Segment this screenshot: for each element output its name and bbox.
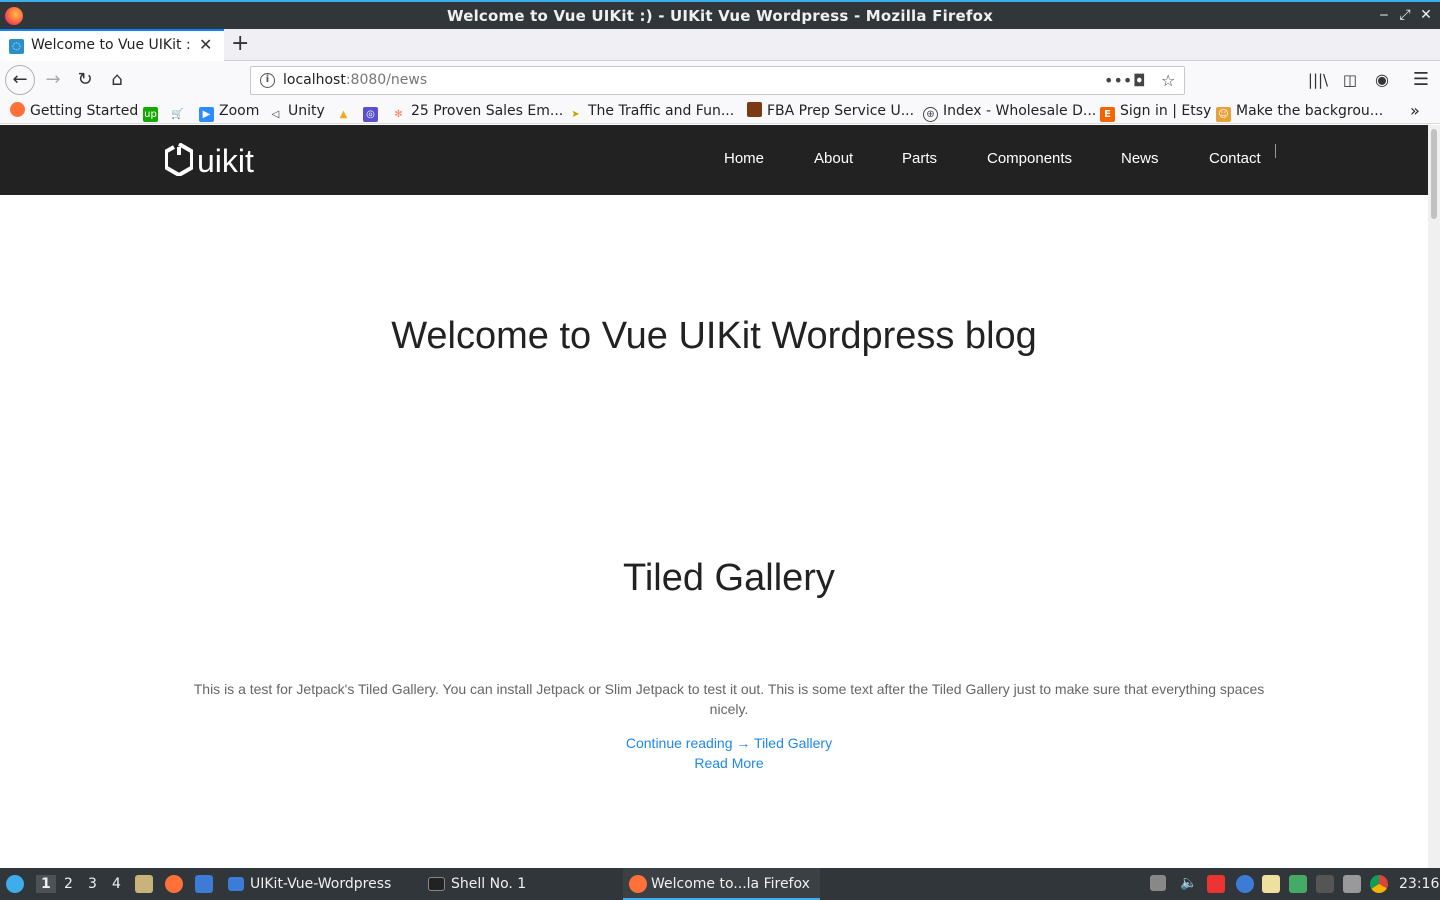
post-title: Tiled Gallery bbox=[623, 557, 835, 599]
cat-icon: ☺ bbox=[1216, 107, 1231, 122]
tab-strip: ◌ Welcome to Vue UIKit :) - ✕ + bbox=[0, 29, 1440, 61]
cart-icon: 🛒 bbox=[171, 109, 184, 120]
bookmark-item[interactable]: ✻ 25 Proven Sales Em... bbox=[391, 102, 563, 122]
back-button[interactable]: ← bbox=[5, 65, 35, 95]
settings-tray-icon[interactable] bbox=[1236, 875, 1254, 893]
bookmark-star-icon[interactable]: ☆ bbox=[1161, 71, 1175, 90]
dropbox-icon[interactable] bbox=[1343, 875, 1361, 893]
continue-reading-link[interactable]: Continue reading → Tiled Gallery bbox=[15, 735, 1428, 751]
nav-link-parts[interactable]: Parts bbox=[902, 150, 937, 167]
url-text[interactable]: localhost:8080/news bbox=[283, 72, 427, 88]
uikit-favicon-icon: ◌ bbox=[9, 39, 24, 54]
bookmark-item[interactable]: FBA Prep Service U... bbox=[747, 102, 914, 122]
upwork-icon: up bbox=[143, 107, 158, 122]
firefox-launcher-icon[interactable] bbox=[165, 875, 183, 893]
folder-icon bbox=[228, 877, 244, 891]
post-excerpt: This is a test for Jetpack's Tiled Galle… bbox=[193, 681, 1265, 717]
sidebar-icon[interactable]: ◫ bbox=[1338, 69, 1362, 91]
maximize-icon[interactable]: ⤢ bbox=[1397, 6, 1413, 24]
chat-icon: ◎ bbox=[363, 107, 378, 122]
nav-link-contact[interactable]: Contact bbox=[1209, 150, 1261, 167]
eject-icon[interactable] bbox=[1150, 875, 1166, 891]
firefox-task-icon bbox=[629, 875, 647, 893]
forward-button[interactable]: → bbox=[41, 69, 65, 91]
reload-button[interactable]: ↻ bbox=[73, 69, 97, 91]
bookmark-item[interactable]: ☺ Make the backgrou... bbox=[1216, 102, 1383, 122]
bookmark-item[interactable]: E Sign in | Etsy bbox=[1100, 102, 1211, 122]
task-uikit-folder[interactable]: UIKit-Vue-Wordpress bbox=[250, 875, 391, 893]
volume-icon[interactable]: 🔈 bbox=[1180, 875, 1198, 893]
desktop-taskbar: 1 2 3 4 UIKit-Vue-Wordpress Shell No. 1 … bbox=[0, 868, 1440, 900]
library-icon[interactable]: |||\ bbox=[1306, 69, 1330, 91]
task-shell[interactable]: Shell No. 1 bbox=[451, 875, 526, 893]
pocket-icon[interactable]: ◘ bbox=[1133, 71, 1146, 90]
display-icon[interactable] bbox=[1316, 875, 1334, 893]
read-more-link[interactable]: Read More bbox=[15, 755, 1428, 771]
minimize-icon[interactable]: ‒ bbox=[1376, 6, 1392, 24]
globe-icon: ⊕ bbox=[923, 107, 938, 122]
bookmark-item[interactable]: ➤ The Traffic and Fun... bbox=[568, 102, 734, 122]
nav-link-components[interactable]: Components bbox=[987, 150, 1072, 167]
zoom-icon: ▶ bbox=[199, 107, 214, 122]
address-bar[interactable]: i localhost:8080/news ••• ◘ ☆ bbox=[250, 66, 1185, 95]
close-window-icon[interactable]: ✕ bbox=[1418, 6, 1434, 24]
bookmark-item[interactable]: ⊕ Index - Wholesale D... bbox=[923, 102, 1096, 122]
start-menu-icon[interactable] bbox=[6, 875, 24, 893]
anydesk-icon[interactable] bbox=[1207, 875, 1225, 893]
fba-icon bbox=[747, 102, 762, 117]
bookmark-item[interactable]: ▲ bbox=[336, 102, 356, 122]
hero-heading: Welcome to Vue UIKit Wordpress blog bbox=[391, 315, 1037, 357]
bookmark-item[interactable]: Getting Started bbox=[10, 102, 138, 122]
site-logo[interactable]: uikit bbox=[165, 143, 254, 179]
bookmark-item[interactable]: up bbox=[143, 102, 163, 122]
file-manager-icon[interactable] bbox=[135, 875, 153, 893]
notes-icon[interactable] bbox=[1262, 875, 1280, 893]
bookmark-item[interactable]: ◁ Unity bbox=[268, 102, 325, 122]
bookmark-item[interactable]: ▶ Zoom bbox=[199, 102, 259, 122]
bookmarks-toolbar: Getting Started up 🛒 ▶ Zoom ◁ Unity ▲ ◎ ✻ 2… bbox=[0, 99, 1440, 124]
task-firefox[interactable]: Welcome to...la Firefox bbox=[651, 875, 810, 893]
paper-plane-icon: ➤ bbox=[571, 109, 580, 120]
hubspot-icon: ✻ bbox=[394, 109, 403, 120]
page-actions-icon[interactable]: ••• bbox=[1104, 71, 1132, 90]
window-titlebar: Welcome to Vue UIKit :) - UIKit Vue Word… bbox=[0, 0, 1440, 29]
page-viewport: uikit Home About Parts Components News C… bbox=[0, 125, 1428, 868]
firefox-icon bbox=[10, 102, 25, 117]
home-button[interactable]: ⌂ bbox=[105, 69, 129, 91]
desktop-2[interactable]: 2 bbox=[64, 875, 73, 893]
uikit-logo-icon bbox=[165, 143, 193, 176]
alert-icon[interactable] bbox=[1289, 875, 1307, 893]
tab-title: Welcome to Vue UIKit :) - bbox=[31, 37, 191, 53]
clock[interactable]: 23:16 bbox=[1399, 875, 1439, 893]
desktop-1[interactable]: 1 bbox=[36, 875, 56, 893]
chrome-icon[interactable] bbox=[1370, 875, 1388, 893]
etsy-icon: E bbox=[1100, 107, 1115, 122]
nav-link-about[interactable]: About bbox=[814, 150, 853, 167]
new-tab-button[interactable]: + bbox=[231, 31, 249, 56]
flame-icon: ▲ bbox=[339, 109, 348, 120]
scrollbar-thumb[interactable] bbox=[1431, 129, 1437, 219]
desktop-icon[interactable] bbox=[195, 875, 213, 893]
nav-link-news[interactable]: News bbox=[1121, 150, 1159, 167]
browser-tab-active[interactable]: ◌ Welcome to Vue UIKit :) - ✕ bbox=[0, 29, 224, 61]
bookmark-item[interactable]: 🛒 bbox=[170, 102, 190, 122]
nav-link-home[interactable]: Home bbox=[724, 150, 764, 167]
page-scrollbar[interactable] bbox=[1428, 125, 1440, 868]
site-navbar: uikit Home About Parts Components News C… bbox=[0, 125, 1428, 195]
unity-icon: ◁ bbox=[271, 109, 280, 120]
more-bookmarks-chevron-icon[interactable]: » bbox=[1410, 102, 1420, 122]
nav-divider bbox=[1275, 144, 1276, 158]
terminal-icon bbox=[428, 877, 445, 891]
desktop-4[interactable]: 4 bbox=[112, 875, 121, 893]
menu-hamburger-icon[interactable]: ☰ bbox=[1409, 69, 1433, 91]
account-icon[interactable]: ◉ bbox=[1370, 69, 1394, 91]
site-info-icon[interactable]: i bbox=[260, 73, 275, 88]
desktop-3[interactable]: 3 bbox=[88, 875, 97, 893]
close-tab-icon[interactable]: ✕ bbox=[199, 35, 212, 54]
bookmark-item[interactable]: ◎ bbox=[363, 102, 383, 122]
window-title: Welcome to Vue UIKit :) - UIKit Vue Word… bbox=[447, 7, 993, 25]
